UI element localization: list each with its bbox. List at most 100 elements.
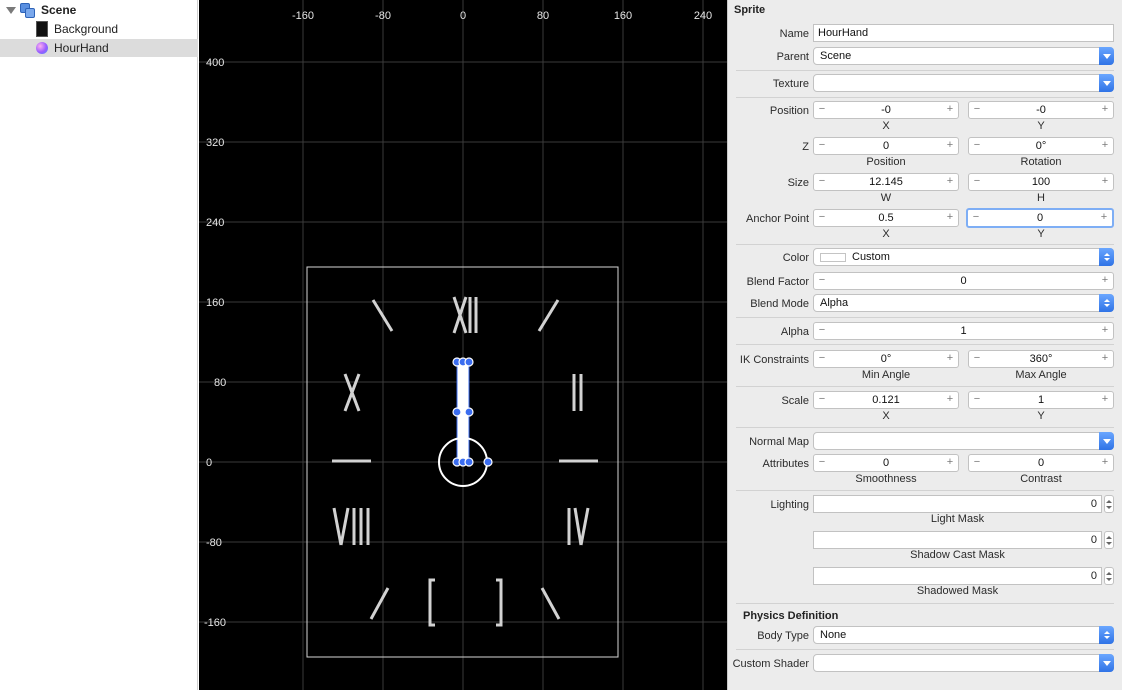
decrement-button[interactable]: −: [816, 323, 828, 339]
anchor-y-value[interactable]: 0: [982, 211, 1098, 225]
tree-row-scene[interactable]: Scene: [0, 1, 198, 19]
divider: [736, 244, 1114, 245]
decrement-button[interactable]: −: [971, 102, 983, 118]
chevron-down-icon: [1099, 47, 1114, 65]
ik-min-value[interactable]: 0°: [828, 352, 944, 366]
increment-button[interactable]: +: [1098, 210, 1110, 226]
decrement-button[interactable]: −: [816, 455, 828, 471]
decrement-button[interactable]: −: [971, 174, 983, 190]
y-ruler: 400 320 240 160 80 0 -80 -160: [204, 57, 226, 629]
decrement-button[interactable]: −: [971, 138, 983, 154]
scene-editor-svg[interactable]: -160 -80 0 80 160 240 400 320 240 160 80…: [199, 0, 727, 690]
scale-y-value[interactable]: 1: [983, 393, 1099, 407]
color-swatch[interactable]: [820, 252, 846, 262]
tree-row-background[interactable]: Background: [0, 20, 198, 38]
decrement-button[interactable]: −: [816, 392, 828, 408]
position-x-value[interactable]: -0: [828, 103, 944, 117]
size-h-value[interactable]: 100: [983, 175, 1099, 189]
decrement-button[interactable]: −: [816, 138, 828, 154]
decrement-button[interactable]: −: [970, 210, 982, 226]
blend-factor-value[interactable]: 0: [828, 274, 1099, 288]
blend-mode-popup[interactable]: Alpha: [813, 294, 1114, 312]
increment-button[interactable]: +: [944, 174, 956, 190]
contrast-stepper[interactable]: − 0 +: [968, 454, 1114, 472]
size-w-value[interactable]: 12.145: [828, 175, 944, 189]
ik-min-stepper[interactable]: − 0° +: [813, 350, 959, 368]
name-label: Name: [779, 28, 809, 40]
tree-row-hourhand[interactable]: HourHand: [0, 39, 198, 57]
h-sublabel: H: [1037, 192, 1045, 204]
increment-button[interactable]: +: [1099, 273, 1111, 289]
position-y-value[interactable]: -0: [983, 103, 1099, 117]
ik-max-value[interactable]: 360°: [983, 352, 1099, 366]
scene-canvas[interactable]: -160 -80 0 80 160 240 400 320 240 160 80…: [199, 0, 727, 690]
position-y-stepper[interactable]: − -0 +: [968, 101, 1114, 119]
increment-button[interactable]: +: [944, 102, 956, 118]
increment-button[interactable]: +: [1099, 102, 1111, 118]
smoothness-stepper[interactable]: − 0 +: [813, 454, 959, 472]
alpha-stepper[interactable]: − 1 +: [813, 322, 1114, 340]
chevron-updown-icon: [1099, 294, 1114, 312]
scale-x-stepper[interactable]: − 0.121 +: [813, 391, 959, 409]
alpha-label: Alpha: [780, 326, 809, 338]
anchor-x-value[interactable]: 0.5: [828, 211, 944, 225]
color-popup[interactable]: Custom: [813, 248, 1114, 266]
light-mask-field[interactable]: 0: [813, 495, 1102, 513]
decrement-button[interactable]: −: [816, 102, 828, 118]
z-position-stepper[interactable]: − 0 +: [813, 137, 959, 155]
contrast-value[interactable]: 0: [983, 456, 1099, 470]
texture-popup[interactable]: [813, 74, 1114, 92]
z-position-value[interactable]: 0: [828, 139, 944, 153]
smoothness-value[interactable]: 0: [828, 456, 944, 470]
y-tick-label: 160: [206, 297, 224, 309]
parent-popup[interactable]: Scene: [813, 47, 1114, 65]
normal-map-popup[interactable]: [813, 432, 1114, 450]
blend-factor-stepper[interactable]: − 0 +: [813, 272, 1114, 290]
tree-label-scene: Scene: [41, 3, 77, 17]
body-type-popup[interactable]: None: [813, 626, 1114, 644]
z-rotation-value[interactable]: 0°: [983, 139, 1099, 153]
anchor-x-stepper[interactable]: − 0.5 +: [813, 209, 959, 227]
decrement-button[interactable]: −: [816, 273, 828, 289]
shadowed-mask-stepper[interactable]: [1104, 567, 1114, 585]
decrement-button[interactable]: −: [816, 210, 828, 226]
increment-button[interactable]: +: [944, 210, 956, 226]
increment-button[interactable]: +: [944, 351, 956, 367]
light-mask-stepper[interactable]: [1104, 495, 1114, 513]
rotation-handle: [483, 457, 493, 467]
position-sublabel: Position: [866, 156, 906, 168]
shadowed-mask-field[interactable]: 0: [813, 567, 1102, 585]
scale-y-stepper[interactable]: − 1 +: [968, 391, 1114, 409]
increment-button[interactable]: +: [1099, 138, 1111, 154]
divider: [736, 649, 1114, 650]
divider: [736, 97, 1114, 98]
z-rotation-stepper[interactable]: − 0° +: [968, 137, 1114, 155]
increment-button[interactable]: +: [944, 392, 956, 408]
decrement-button[interactable]: −: [816, 351, 828, 367]
increment-button[interactable]: +: [1099, 323, 1111, 339]
increment-button[interactable]: +: [1099, 392, 1111, 408]
increment-button[interactable]: +: [944, 138, 956, 154]
scale-x-value[interactable]: 0.121: [828, 393, 944, 407]
decrement-button[interactable]: −: [816, 174, 828, 190]
size-w-stepper[interactable]: − 12.145 +: [813, 173, 959, 191]
custom-shader-popup[interactable]: [813, 654, 1114, 672]
divider: [736, 70, 1114, 71]
size-h-stepper[interactable]: − 100 +: [968, 173, 1114, 191]
increment-button[interactable]: +: [1099, 455, 1111, 471]
decrement-button[interactable]: −: [971, 351, 983, 367]
shadow-cast-mask-field[interactable]: 0: [813, 531, 1102, 549]
decrement-button[interactable]: −: [971, 392, 983, 408]
increment-button[interactable]: +: [944, 455, 956, 471]
ik-max-stepper[interactable]: − 360° +: [968, 350, 1114, 368]
shadow-cast-mask-stepper[interactable]: [1104, 531, 1114, 549]
increment-button[interactable]: +: [1099, 174, 1111, 190]
divider: [736, 344, 1114, 345]
alpha-value[interactable]: 1: [828, 324, 1099, 338]
increment-button[interactable]: +: [1099, 351, 1111, 367]
position-x-stepper[interactable]: − -0 +: [813, 101, 959, 119]
anchor-y-stepper[interactable]: − 0 +: [966, 208, 1114, 228]
disclosure-triangle-icon[interactable]: [6, 6, 16, 14]
decrement-button[interactable]: −: [971, 455, 983, 471]
name-field[interactable]: HourHand: [813, 24, 1114, 42]
